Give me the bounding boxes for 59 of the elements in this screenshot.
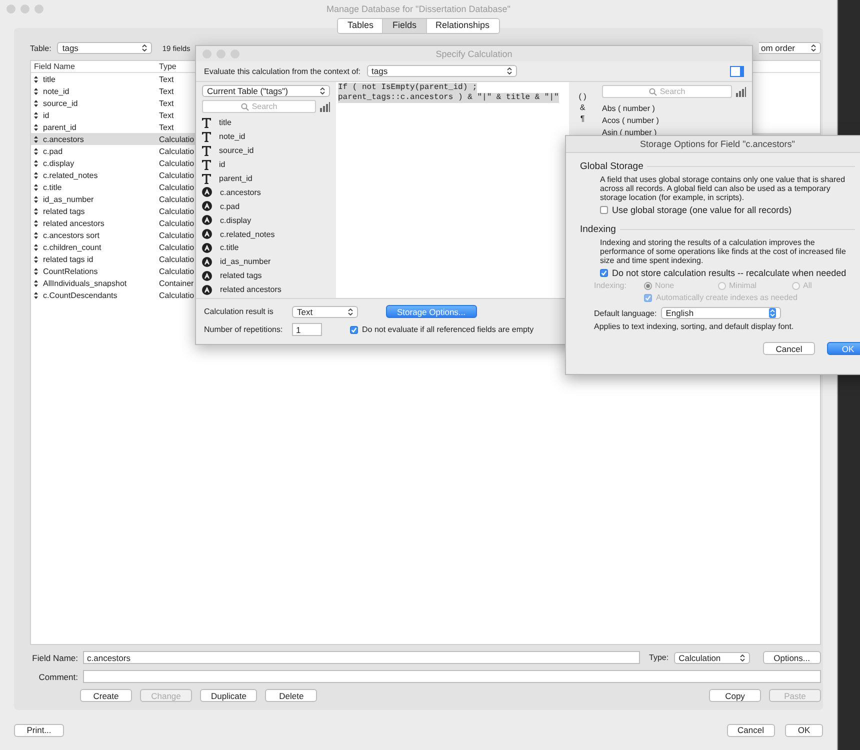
section-heading: Indexing bbox=[580, 224, 616, 235]
field-name: c.display bbox=[43, 158, 74, 168]
field-name-label: Field Name: bbox=[31, 652, 78, 662]
field-type: Text bbox=[159, 98, 174, 108]
language-note: Applies to text indexing, sorting, and default display font. bbox=[593, 322, 795, 331]
table-label: Table: bbox=[30, 44, 52, 52]
field-type: Container bbox=[159, 278, 194, 288]
indexing-label: Indexing: bbox=[594, 281, 628, 290]
section-heading: Global Storage bbox=[580, 161, 644, 172]
field-name: c.related_notes bbox=[43, 170, 98, 180]
field-name: id bbox=[43, 110, 50, 120]
field-type: Calculatio bbox=[159, 134, 194, 144]
field-type: Text bbox=[159, 74, 174, 84]
field-name: related tags bbox=[43, 206, 85, 216]
field-type: Calculatio bbox=[159, 254, 194, 264]
field-name: id_as_number bbox=[43, 194, 94, 204]
window-title: Specify Calculation bbox=[436, 48, 512, 58]
checkbox-label: Use global storage (one value for all records) bbox=[612, 205, 792, 215]
field-type: Calculatio bbox=[159, 158, 194, 168]
field-name: c.ancestors bbox=[43, 134, 84, 144]
context-label: Evaluate this calculation from the context of: bbox=[204, 66, 361, 76]
checkbox-label: Do not evaluate if all referenced fields are empty bbox=[362, 325, 534, 334]
field-type: Calculatio bbox=[159, 242, 194, 252]
field-type: Calculatio bbox=[159, 290, 194, 300]
window-title: Storage Options for Field "c.ancestors" bbox=[566, 136, 860, 153]
result-label: Calculation result is bbox=[204, 307, 274, 316]
field-name: c.pad bbox=[43, 146, 63, 156]
field-type: Calculatio bbox=[159, 182, 194, 192]
field-name: c.title bbox=[43, 182, 62, 192]
field-type: Calculatio bbox=[159, 194, 194, 204]
window-title: Manage Database for "Dissertation Database" bbox=[326, 4, 510, 14]
field-name: AllIndividuals_snapshot bbox=[43, 278, 127, 288]
description-text: A field that uses global storage contains only one value that is shared across all records. A global field can also be used as a temporary storage location (for example, in scripts). bbox=[599, 175, 846, 202]
field-name: related tags id bbox=[43, 254, 94, 264]
checkbox-label: Automatically create indexes as needed bbox=[656, 293, 798, 302]
field-name: title bbox=[43, 74, 56, 84]
field-type: Text bbox=[159, 110, 174, 120]
field-type: Text bbox=[159, 86, 174, 96]
field-name: related ancestors bbox=[43, 218, 104, 228]
field-type: Calculatio bbox=[159, 146, 194, 156]
field-type: Calculatio bbox=[159, 206, 194, 216]
field-name: c.CountDescendants bbox=[43, 290, 118, 300]
field-name: source_id bbox=[43, 98, 78, 108]
type-label: Type: bbox=[649, 653, 669, 662]
field-name: CountRelations bbox=[43, 266, 98, 276]
field-type: Text bbox=[159, 122, 174, 132]
description-text: Indexing and storing the results of a calculation improves the performance of some operations like finds at the cost of increased file size and time spent indexing. bbox=[599, 238, 847, 265]
repetitions-label: Number of repetitions: bbox=[204, 325, 284, 334]
field-name: c.children_count bbox=[43, 242, 102, 252]
language-label: Default language: bbox=[594, 308, 657, 318]
field-name: parent_id bbox=[43, 122, 76, 132]
field-name: c.ancestors sort bbox=[43, 230, 100, 240]
field-type: Calculatio bbox=[159, 230, 194, 240]
checkbox-label: Do not store calculation results -- recalculate when needed bbox=[612, 268, 846, 278]
comment-label: Comment: bbox=[38, 672, 78, 682]
field-type: Calculatio bbox=[159, 170, 194, 180]
field-name: note_id bbox=[43, 86, 70, 96]
field-type: Calculatio bbox=[159, 266, 194, 276]
field-type: Calculatio bbox=[159, 218, 194, 228]
